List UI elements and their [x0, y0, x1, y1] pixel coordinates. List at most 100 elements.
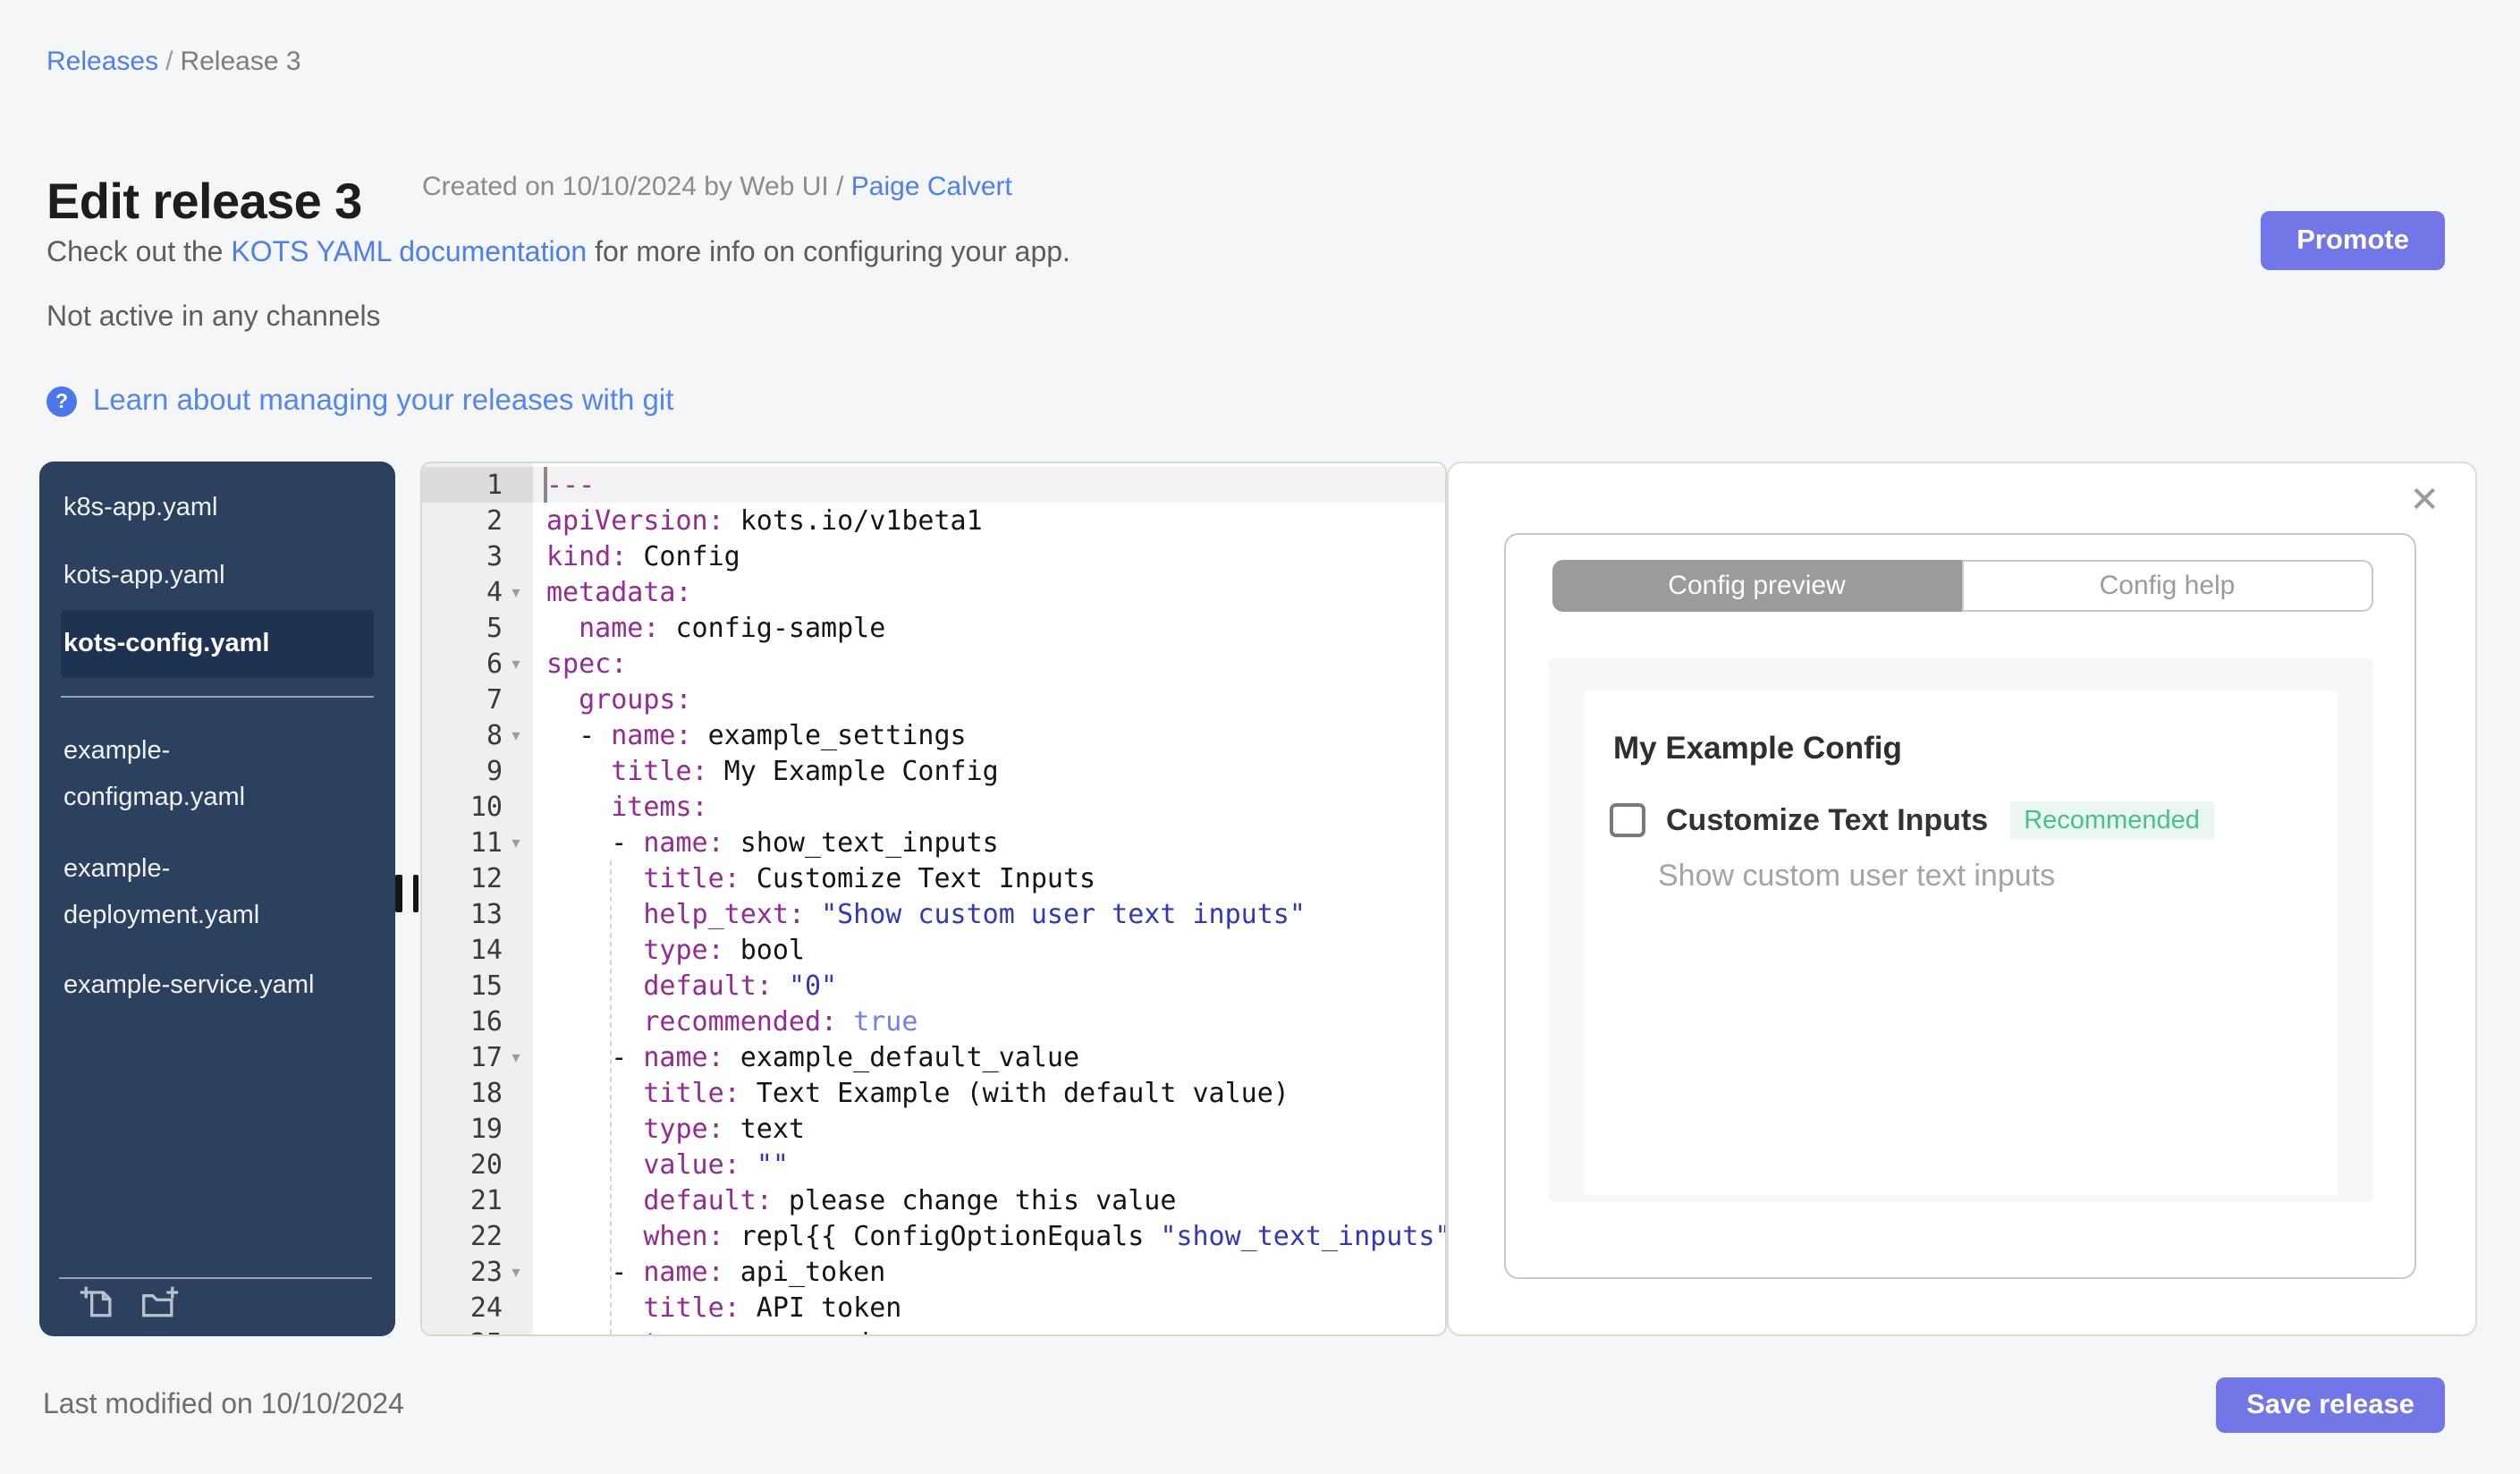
code-text[interactable]: type: bool [532, 932, 1444, 968]
resize-handle-left[interactable] [395, 875, 419, 912]
doc-line: Check out the KOTS YAML documentation fo… [47, 238, 1070, 270]
sidebar-file-item[interactable]: example-configmap.yaml [60, 716, 374, 834]
code-line: 17 ▾ - name: example_default_value [422, 1039, 1444, 1075]
recommended-badge: Recommended [2009, 801, 2214, 839]
customize-text-inputs-checkbox[interactable] [1610, 802, 1645, 838]
code-text[interactable]: - name: show_text_inputs [532, 825, 1444, 860]
yaml-editor[interactable]: 1 --- 2 apiVersion: kots.io/v1beta1 3 kind: C… [420, 462, 1446, 1336]
sidebar-file-item[interactable]: example-service.yaml [60, 952, 374, 1020]
code-text[interactable]: default: please change this value [532, 1182, 1444, 1218]
resize-bar-icon [412, 875, 419, 912]
line-number: 14 [469, 934, 503, 966]
code-text[interactable]: - name: example_settings [532, 717, 1444, 753]
code-text[interactable]: default: "0" [532, 968, 1444, 1004]
line-number-cell: 15 [422, 968, 532, 1004]
code-line: 25 type: password [422, 1326, 1444, 1334]
fold-arrow-icon[interactable]: ▾ [503, 717, 529, 753]
code-text[interactable]: groups: [532, 682, 1444, 717]
code-text[interactable]: title: Text Example (with default value) [532, 1075, 1444, 1111]
config-item-help-text: Show custom user text inputs [1658, 859, 2056, 893]
file-name: example-configmap.yaml [63, 737, 246, 812]
line-number: 25 [422, 1326, 503, 1334]
kots-yaml-doc-link[interactable]: KOTS YAML documentation [231, 238, 587, 268]
tab-config-help[interactable]: Config help [1961, 560, 2373, 612]
code-text[interactable]: title: My Example Config [532, 753, 1444, 789]
created-by-link[interactable]: Paige Calvert [851, 172, 1012, 202]
fold-arrow-icon[interactable]: ▾ [503, 646, 529, 682]
code-rows: 1 --- 2 apiVersion: kots.io/v1beta1 3 kind: C… [422, 467, 1444, 1334]
code-line: 8 ▾ - name: example_settings [422, 717, 1444, 753]
line-number-cell: 6 ▾ [422, 646, 532, 682]
doc-suffix: for more info on configuring your app. [587, 238, 1070, 268]
code-text[interactable]: title: Customize Text Inputs [532, 860, 1444, 896]
fold-arrow-icon[interactable]: ▾ [503, 574, 529, 610]
code-line: 16 recommended: true [422, 1004, 1444, 1039]
fold-arrow-icon[interactable]: ▾ [503, 1254, 529, 1290]
code-text[interactable]: recommended: true [532, 1004, 1444, 1039]
close-icon[interactable]: ✕ [2409, 478, 2440, 521]
breadcrumb-separator: / [165, 47, 173, 77]
code-text[interactable]: metadata: [532, 574, 1444, 610]
save-release-button[interactable]: Save release [2216, 1377, 2445, 1433]
promote-button[interactable]: Promote [2261, 211, 2445, 270]
line-number-cell: 10 [422, 789, 532, 825]
code-text[interactable]: value: "" [532, 1147, 1444, 1182]
code-line: 11 ▾ - name: show_text_inputs [422, 825, 1444, 860]
code-line: 10 items: [422, 789, 1444, 825]
code-text[interactable]: spec: [532, 646, 1444, 682]
line-number-cell: 23 ▾ [422, 1254, 532, 1290]
code-text[interactable]: - name: api_token [532, 1254, 1444, 1290]
code-text[interactable]: title: API token [532, 1290, 1444, 1326]
code-line: 24 title: API token [422, 1290, 1444, 1326]
sidebar-file-item[interactable]: k8s-app.yaml [60, 474, 374, 542]
code-line: 3 kind: Config [422, 538, 1444, 574]
code-text[interactable]: type: password [532, 1326, 1444, 1334]
code-text[interactable]: help_text: "Show custom user text inputs… [532, 896, 1444, 932]
config-item-row: Customize Text Inputs Recommended [1610, 801, 2214, 839]
line-number: 12 [469, 862, 503, 894]
line-number: 7 [486, 683, 503, 716]
line-number-cell: 16 [422, 1004, 532, 1039]
sidebar-file-item[interactable]: kots-app.yaml [60, 542, 374, 610]
code-text[interactable]: name: config-sample [532, 610, 1444, 646]
breadcrumb-current: Release 3 [180, 47, 301, 77]
new-file-icon[interactable] [78, 1283, 117, 1322]
code-text[interactable]: when: repl{{ ConfigOptionEquals "show_te… [532, 1218, 1444, 1254]
line-number: 5 [486, 612, 503, 644]
line-number-cell: 22 [422, 1218, 532, 1254]
code-line: 12 title: Customize Text Inputs [422, 860, 1444, 896]
line-number: 17 [469, 1041, 503, 1073]
rendered-config-card: My Example Config Customize Text Inputs … [1585, 690, 2338, 1195]
fold-arrow-icon[interactable]: ▾ [503, 825, 529, 860]
code-text[interactable]: - name: example_default_value [532, 1039, 1444, 1075]
new-folder-icon[interactable] [137, 1283, 182, 1322]
tab-config-preview[interactable]: Config preview [1552, 560, 1961, 612]
sidebar-bottom-divider [59, 1277, 372, 1279]
line-number-cell: 2 [422, 503, 532, 538]
line-number: 1 [486, 469, 503, 501]
config-group-title: My Example Config [1613, 730, 1902, 766]
sidebar-file-item[interactable]: kots-config.yaml [60, 610, 374, 678]
code-line: 1 --- [422, 467, 1444, 503]
doc-prefix: Check out the [47, 238, 232, 268]
code-line: 19 type: text [422, 1111, 1444, 1147]
line-number: 21 [469, 1184, 503, 1216]
resize-bar-icon [395, 875, 402, 912]
code-text[interactable]: --- [532, 467, 1444, 503]
question-icon: ? [47, 386, 77, 417]
code-text[interactable]: items: [532, 789, 1444, 825]
fold-arrow-icon[interactable]: ▾ [503, 1039, 529, 1075]
breadcrumb-releases-link[interactable]: Releases [47, 47, 158, 77]
line-number-cell: 8 ▾ [422, 717, 532, 753]
line-number-cell: 24 [422, 1290, 532, 1326]
code-line: 4 ▾ metadata: [422, 574, 1444, 610]
code-text[interactable]: type: text [532, 1111, 1444, 1147]
code-line: 5 name: config-sample [422, 610, 1444, 646]
sidebar-file-item[interactable]: example-deployment.yaml [60, 834, 374, 952]
code-text[interactable]: apiVersion: kots.io/v1beta1 [532, 503, 1444, 538]
code-text[interactable]: kind: Config [532, 538, 1444, 574]
git-releases-link[interactable]: Learn about managing your releases with … [93, 385, 673, 419]
file-name: kots-config.yaml [63, 630, 270, 658]
git-help-row: ? Learn about managing your releases wit… [47, 385, 673, 419]
file-sidebar: k8s-app.yaml kots-app.yaml kots-config.yam… [38, 462, 395, 1336]
